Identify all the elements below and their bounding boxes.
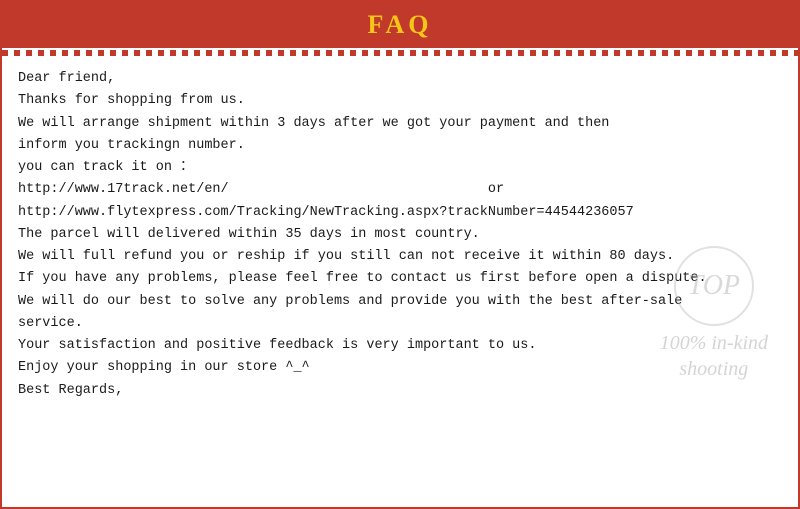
line-dear-friend: Dear friend, <box>18 68 782 90</box>
line-url2: http://www.flytexpress.com/Tracking/NewT… <box>18 202 782 224</box>
faq-container: FAQ Dear friend, Thanks for shopping fro… <box>0 0 800 509</box>
line-service: service. <box>18 313 782 335</box>
faq-title: FAQ <box>368 10 433 39</box>
url1-or: or <box>488 182 504 197</box>
line-parcel: The parcel will delivered within 35 days… <box>18 224 782 246</box>
line-shipment: We will arrange shipment within 3 days a… <box>18 113 782 135</box>
line-tracking-number: inform you trackingn number. <box>18 135 782 157</box>
line-best-effort: We will do our best to solve any problem… <box>18 291 782 313</box>
line-thanks: Thanks for shopping from us. <box>18 90 782 112</box>
faq-header: FAQ <box>2 2 798 48</box>
faq-content: Dear friend, Thanks for shopping from us… <box>2 56 798 412</box>
url1-text: http://www.17track.net/en/ <box>18 182 229 197</box>
line-satisfaction: Your satisfaction and positive feedback … <box>18 335 782 357</box>
line-refund: We will full refund you or reship if you… <box>18 246 782 268</box>
line-url1: http://www.17track.net/en/ or <box>18 179 782 201</box>
line-enjoy: Enjoy your shopping in our store ^_^ <box>18 357 782 379</box>
line-track-on: you can track it on ： <box>18 157 782 179</box>
line-problems: If you have any problems, please feel fr… <box>18 268 782 290</box>
line-regards: Best Regards, <box>18 380 782 402</box>
